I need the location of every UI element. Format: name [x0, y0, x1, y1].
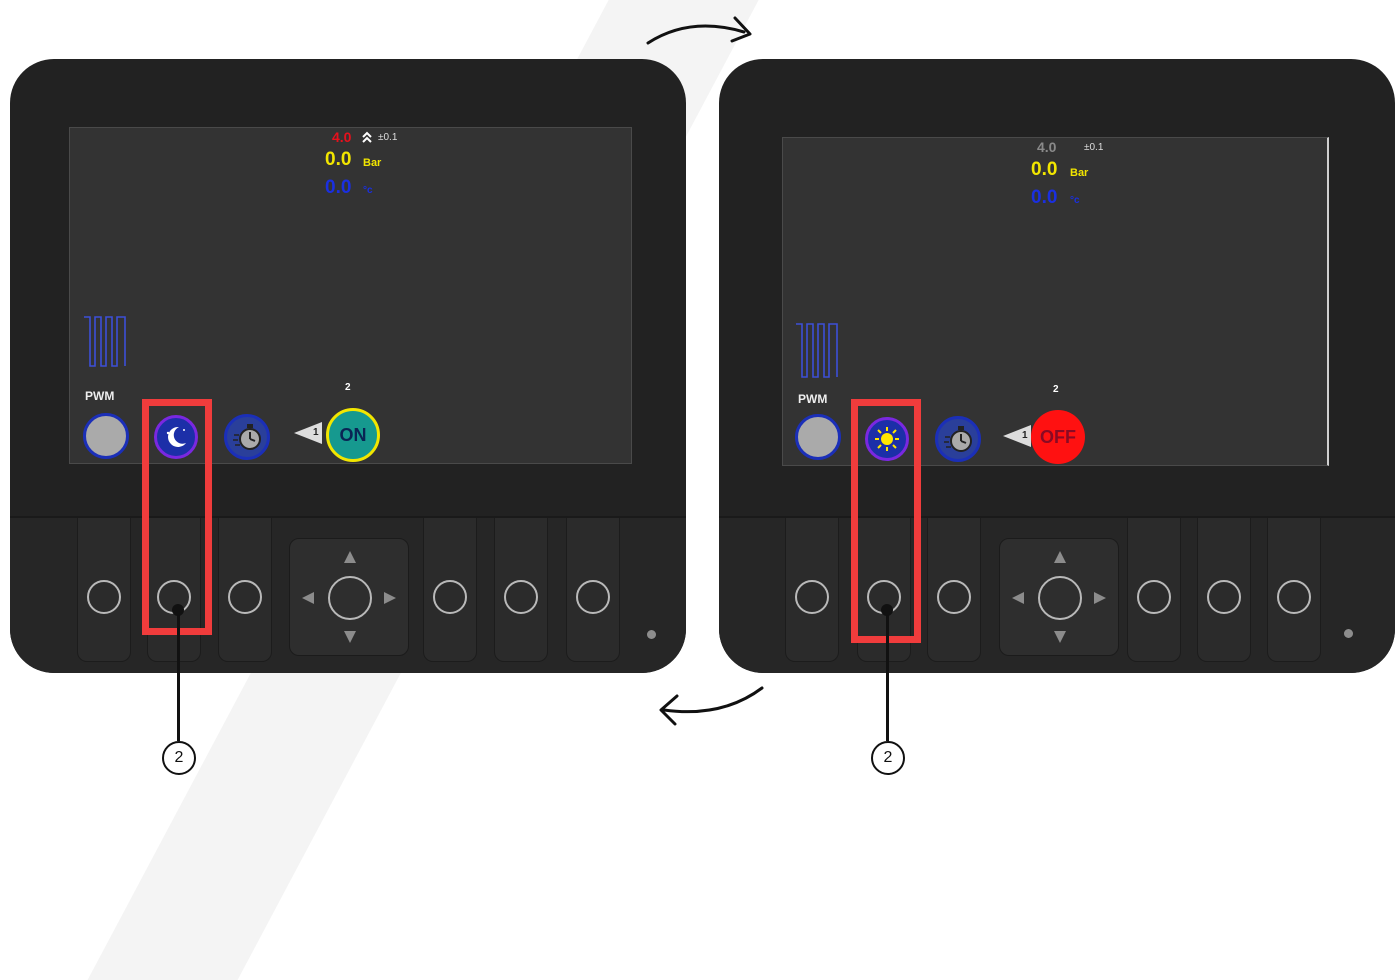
dpad-center-button[interactable] [1038, 576, 1082, 620]
pwm-waveform-icon [796, 323, 838, 378]
function-key-1[interactable] [77, 518, 131, 662]
timer-button[interactable] [935, 416, 981, 462]
temperature-unit: °c [363, 185, 373, 196]
leader-dot-left [172, 604, 184, 616]
directional-pad[interactable] [289, 538, 409, 656]
cycle-arrow-forward-icon [646, 16, 752, 45]
pressure-value: 0.0 [325, 149, 352, 170]
arrow-down-icon[interactable] [1054, 631, 1066, 643]
tolerance-label: ±0.1 [1084, 142, 1104, 153]
status-led [647, 630, 656, 639]
pwm-waveform-icon [84, 316, 126, 367]
button-panel [10, 516, 686, 673]
function-key-4[interactable] [423, 518, 477, 662]
pwm-label: PWM [798, 392, 828, 406]
arrow-right-icon[interactable] [1094, 592, 1106, 604]
setpoint-value: 4.0 [1037, 139, 1057, 155]
highlight-box-left [142, 399, 212, 635]
button-panel [719, 516, 1395, 673]
function-key-1[interactable] [785, 518, 839, 662]
callout-number-right: 2 [871, 741, 905, 775]
dpad-center-button[interactable] [328, 576, 372, 620]
pwm-button[interactable] [795, 414, 841, 460]
arrow-left-icon[interactable] [302, 592, 314, 604]
arrow-right-icon[interactable] [384, 592, 396, 604]
function-key-3[interactable] [927, 518, 981, 662]
leader-dot-right [881, 604, 893, 616]
arrow-number: 1 [1022, 430, 1028, 441]
function-key-3[interactable] [218, 518, 272, 662]
callout-number-left: 2 [162, 741, 196, 775]
double-chevron-up-icon [362, 131, 372, 143]
pump-number: 2 [345, 382, 351, 393]
arrow-number: 1 [313, 427, 319, 438]
arrow-up-icon[interactable] [344, 551, 356, 563]
function-key-5[interactable] [494, 518, 548, 662]
function-key-5[interactable] [1197, 518, 1251, 662]
directional-pad[interactable] [999, 538, 1119, 656]
arrow-left-indicator-icon [1003, 425, 1031, 447]
cycle-arrow-back-icon [659, 686, 764, 726]
controller-device-left: 4.0 ±0.1 0.0 Bar 0.0 °c PWM 1 2 ON [10, 59, 686, 673]
leader-line-right [886, 610, 889, 741]
function-key-6[interactable] [1267, 518, 1321, 662]
setpoint-value: 4.0 [332, 129, 352, 145]
arrow-up-icon[interactable] [1054, 551, 1066, 563]
leader-line-left [177, 610, 180, 741]
stopwatch-icon [944, 426, 972, 452]
arrow-left-indicator-icon [294, 422, 322, 444]
controller-device-right: 4.0 ±0.1 0.0 Bar 0.0 °c PWM 1 2 OFF [719, 59, 1395, 673]
status-led [1344, 629, 1353, 638]
tolerance-label: ±0.1 [378, 132, 398, 143]
stopwatch-icon [233, 424, 261, 450]
temperature-value: 0.0 [325, 177, 352, 198]
function-key-4[interactable] [1127, 518, 1181, 662]
pwm-label: PWM [85, 389, 115, 403]
pressure-value: 0.0 [1031, 159, 1058, 180]
pump-number: 2 [1053, 384, 1059, 395]
function-key-6[interactable] [566, 518, 620, 662]
on-off-toggle[interactable]: OFF [1031, 410, 1085, 464]
temperature-value: 0.0 [1031, 187, 1058, 208]
pressure-unit: Bar [1070, 167, 1089, 179]
arrow-left-icon[interactable] [1012, 592, 1024, 604]
pwm-button[interactable] [83, 413, 129, 459]
timer-button[interactable] [224, 414, 270, 460]
on-off-toggle[interactable]: ON [326, 408, 380, 462]
temperature-unit: °c [1070, 195, 1080, 206]
pressure-unit: Bar [363, 157, 382, 169]
arrow-down-icon[interactable] [344, 631, 356, 643]
